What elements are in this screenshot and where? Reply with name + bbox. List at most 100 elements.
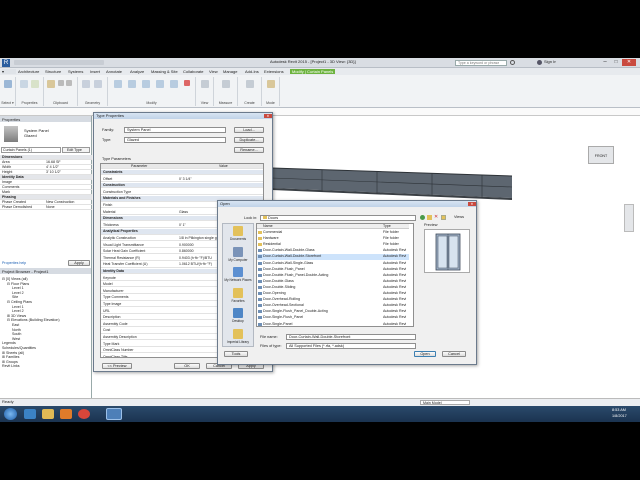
tab-manage[interactable]: Manage — [223, 69, 237, 74]
files-of-type-select[interactable]: All Supported Files (*.rfa, *.adsk) — [286, 343, 416, 349]
tab-annotate[interactable]: Annotate — [106, 69, 122, 74]
name-column-header[interactable]: Name — [263, 224, 273, 228]
type-column-header[interactable]: Type — [383, 224, 391, 228]
create-icon[interactable] — [246, 80, 254, 88]
parameter-value[interactable]: 0' 1" — [179, 223, 186, 227]
back-icon[interactable] — [420, 215, 425, 220]
tab-structure[interactable]: Structure — [45, 69, 61, 74]
file-row[interactable]: Door-Curtain-Wall-Single-Glass Autodesk R… — [257, 261, 409, 266]
tab-insert[interactable]: Insert — [90, 69, 100, 74]
rotate-icon[interactable] — [142, 80, 150, 88]
measure-icon[interactable] — [222, 80, 230, 88]
view-icon[interactable] — [201, 80, 209, 88]
up-folder-icon[interactable] — [427, 215, 432, 220]
modify-cursor-icon[interactable] — [4, 80, 12, 88]
start-button-icon[interactable] — [4, 408, 17, 420]
preview-toggle-button[interactable]: << Preview — [102, 363, 132, 369]
open-dialog-cancel-button[interactable]: Cancel — [442, 351, 466, 357]
app-logo-icon[interactable]: R — [2, 59, 10, 67]
file-row[interactable]: Door-Curtain-Wall-Double-Glass Autodesk R… — [257, 248, 409, 253]
paste-icon[interactable] — [47, 80, 55, 88]
parameter-value[interactable]: 0.900000 — [179, 243, 194, 247]
type-properties-close-icon[interactable]: ✕ — [264, 114, 272, 118]
tab-architecture[interactable]: Architecture — [18, 69, 39, 74]
edit-type-button[interactable]: Edit Type — [62, 147, 90, 153]
navigation-bar[interactable] — [624, 204, 634, 232]
maximize-button[interactable]: □ — [611, 59, 621, 66]
join-icon[interactable] — [82, 80, 90, 88]
open-dialog-close-icon[interactable]: ✕ — [468, 202, 476, 206]
taskbar-explorer-icon[interactable] — [42, 409, 54, 419]
taskbar-chrome-icon[interactable] — [78, 409, 90, 419]
search-icon[interactable] — [510, 60, 515, 65]
move-icon[interactable] — [128, 80, 136, 88]
minimize-button[interactable]: – — [600, 59, 610, 66]
tools-menu-button[interactable]: Tools — [224, 351, 248, 357]
parameter-value[interactable]: Glass — [179, 210, 188, 214]
property-row[interactable]: Phase Demolished None — [0, 205, 92, 210]
rename-button[interactable]: Rename... — [234, 147, 264, 153]
file-row[interactable]: Door-Single-Panel Autodesk Revi — [257, 322, 409, 327]
tab-add-ins[interactable]: Add-Ins — [245, 69, 259, 74]
new-folder-icon[interactable] — [441, 215, 446, 220]
views-menu[interactable]: Views — [454, 215, 464, 220]
file-row[interactable]: Door-Curtain-Wall-Double-Storefront Autod… — [257, 254, 409, 260]
tab-analyze[interactable]: Analyze — [130, 69, 144, 74]
pin-icon[interactable] — [170, 80, 178, 88]
open-button[interactable]: Open — [414, 351, 436, 357]
duplicate-button[interactable]: Duplicate... — [234, 137, 264, 143]
properties-icon[interactable] — [20, 80, 28, 88]
tab-modify-icon[interactable]: ▾ — [2, 69, 16, 74]
file-row[interactable]: Door-Double-Sliding Autodesk Revi — [257, 285, 409, 290]
search-input[interactable]: Type a keyword or phrase — [455, 60, 507, 66]
tab-massing-site[interactable]: Massing & Site — [151, 69, 178, 74]
close-button[interactable]: ✕ — [622, 59, 636, 66]
tab-view[interactable]: View — [209, 69, 218, 74]
browser-tree-item[interactable]: Revit Links — [2, 364, 90, 369]
active-model-selector[interactable]: Main Model — [420, 400, 470, 405]
delete-icon-dialog[interactable]: ✕ — [434, 215, 439, 220]
file-row[interactable]: Door-Double-Glass Autodesk Revi — [257, 279, 409, 284]
taskbar-revit-icon[interactable] — [106, 408, 122, 420]
ribbon-group-select-label[interactable]: Select ▾ — [0, 101, 15, 105]
type-properties-icon[interactable] — [31, 80, 39, 88]
properties-help-link[interactable]: Properties help — [2, 261, 26, 265]
parameter-row[interactable]: Construction Type — [101, 190, 263, 196]
parameter-value[interactable]: 1.0612 BTU/(h·ft²·°F) — [179, 262, 212, 266]
taskbar-media-icon[interactable] — [60, 409, 72, 419]
tab-extensions[interactable]: Extensions — [264, 69, 284, 74]
properties-apply-button[interactable]: Apply — [68, 260, 90, 266]
parameter-value[interactable]: 0' 3 1/4" — [179, 177, 192, 181]
edit-family-icon[interactable] — [267, 80, 275, 88]
file-row[interactable]: Door-Opening Autodesk Revi — [257, 291, 409, 296]
type-properties-ok-button[interactable]: OK — [174, 363, 200, 369]
parameter-row[interactable]: Offset 0' 3 1/4" — [101, 177, 263, 182]
place-item[interactable]: Imperial Library — [223, 327, 253, 351]
tab-collaborate[interactable]: Collaborate — [183, 69, 203, 74]
copy-icon[interactable] — [66, 80, 72, 86]
file-row[interactable]: Door-Overhead-Sectional Autodesk Revi — [257, 303, 409, 308]
type-select[interactable]: Glazed — [124, 137, 226, 143]
taskbar-ie-icon[interactable] — [24, 409, 36, 419]
tab-modify-curtain-panels[interactable]: Modify | Curtain Panels — [290, 69, 336, 74]
align-icon[interactable] — [114, 80, 122, 88]
file-row[interactable]: Door-Single-Flush_Panel_Double-Acting Aut… — [257, 309, 409, 314]
look-in-select[interactable]: Doors — [260, 215, 416, 221]
mirror-icon[interactable] — [156, 80, 164, 88]
family-select[interactable]: System Panel — [124, 127, 226, 133]
viewcube[interactable]: FRONT — [588, 146, 614, 164]
quick-access-toolbar[interactable] — [14, 60, 104, 65]
parameter-value[interactable]: 0.860000 — [179, 249, 194, 253]
file-row[interactable]: Door-Double-Flush_Panel-Double-Acting Aut… — [257, 273, 409, 278]
sign-in-link[interactable]: Sign In — [544, 60, 556, 65]
file-row[interactable]: Residential File folder — [257, 242, 409, 247]
file-row[interactable]: Commercial File folder — [257, 230, 409, 235]
parameter-value[interactable]: 0.9403 (h·ft²·°F)/BTU — [179, 256, 212, 260]
cope-icon[interactable] — [94, 80, 102, 88]
file-row[interactable]: Door-Overhead-Rolling Autodesk Revi — [257, 297, 409, 302]
file-name-input[interactable]: Door-Curtain-Wall-Double-Storefront — [286, 334, 416, 340]
cut-icon[interactable] — [58, 80, 64, 86]
file-row[interactable]: Door-Single-Flush_Panel Autodesk Revi — [257, 315, 409, 320]
user-icon[interactable] — [537, 60, 542, 65]
load-button[interactable]: Load... — [234, 127, 264, 133]
